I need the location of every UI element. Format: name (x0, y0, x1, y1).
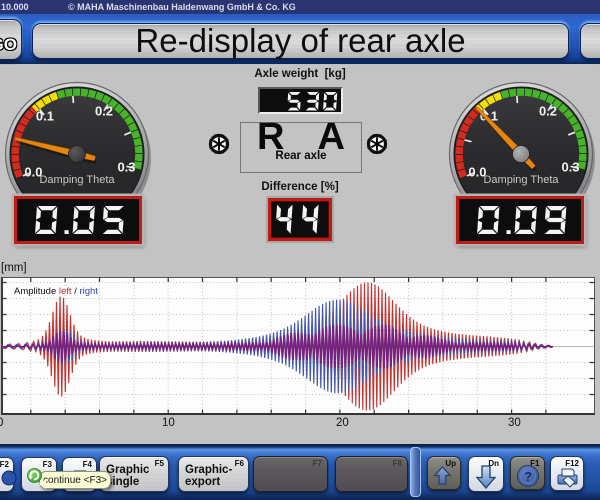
svg-text:0.3: 0.3 (561, 159, 579, 174)
svg-text:0.2: 0.2 (95, 104, 113, 119)
svg-text:0.2: 0.2 (539, 104, 557, 119)
svg-text:0.1: 0.1 (36, 109, 54, 124)
svg-text:?: ? (524, 469, 532, 484)
svg-text:0.3: 0.3 (117, 159, 135, 174)
